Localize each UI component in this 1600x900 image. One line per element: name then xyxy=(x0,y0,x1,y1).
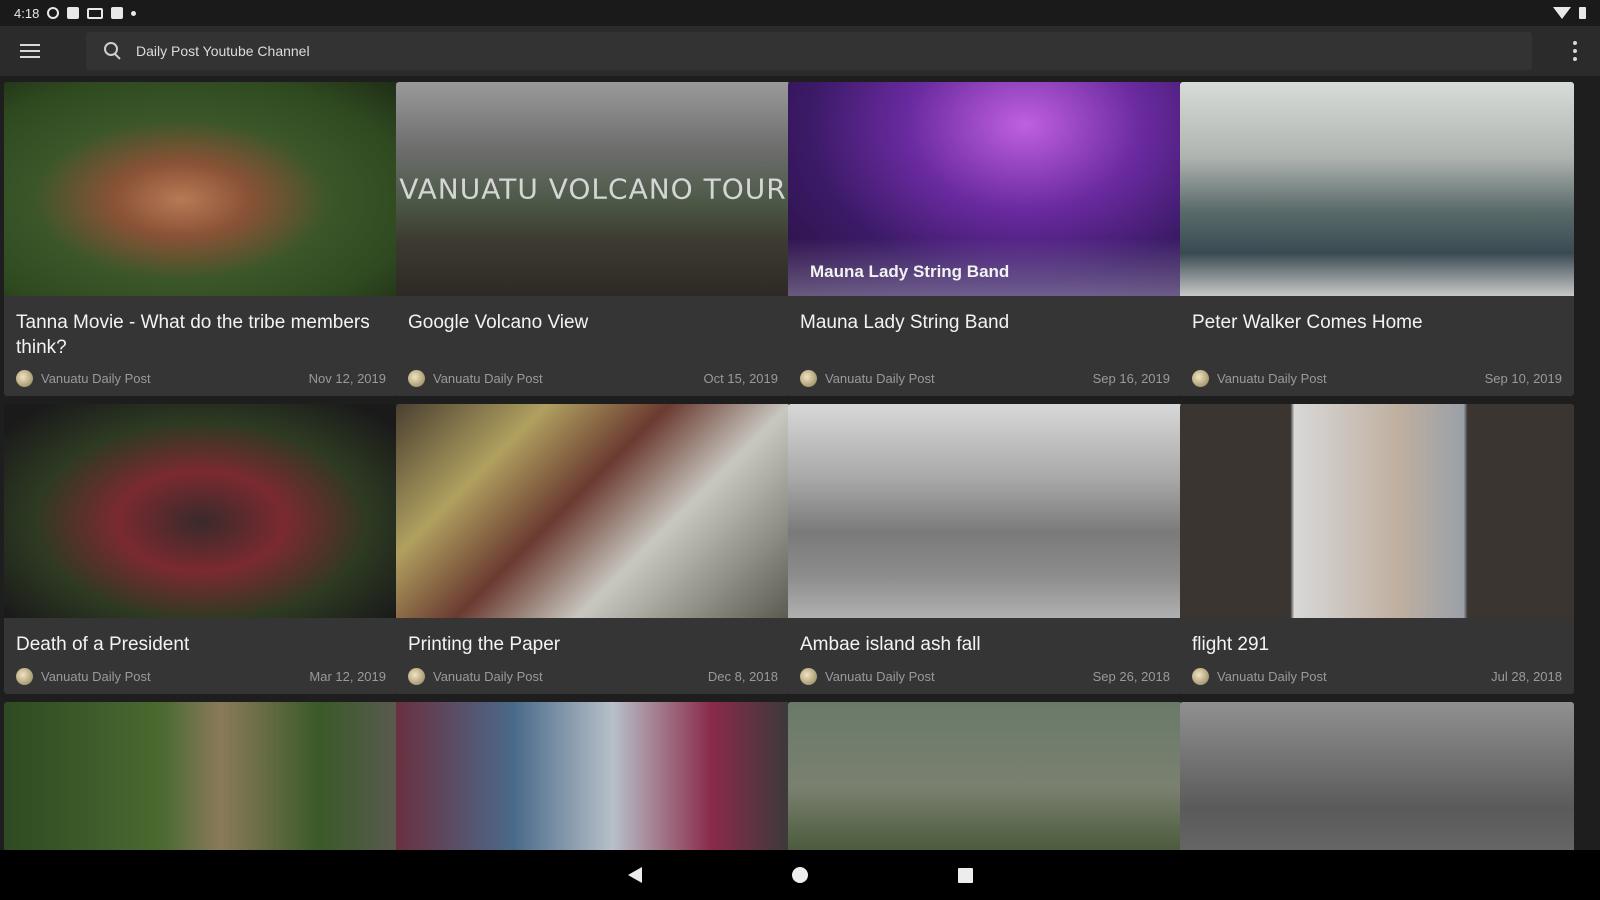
video-title: Peter Walker Comes Home xyxy=(1192,312,1423,333)
video-card[interactable]: Mauna Lady String Band Mauna Lady String… xyxy=(788,82,1182,396)
notification-status-icon xyxy=(67,7,80,19)
back-button-icon[interactable] xyxy=(627,867,642,883)
video-thumbnail xyxy=(396,404,790,618)
video-date: Nov 12, 2019 xyxy=(308,370,386,386)
video-card[interactable]: Ambae island ash fall Vanuatu Daily Post… xyxy=(788,404,1182,694)
sd-card-status-icon xyxy=(111,7,124,19)
menu-button[interactable] xyxy=(0,26,60,76)
channel-name: Vanuatu Daily Post xyxy=(41,370,151,386)
video-title: Mauna Lady String Band xyxy=(800,312,1010,333)
video-date: Jul 28, 2018 xyxy=(1491,668,1562,684)
channel-avatar xyxy=(408,667,425,685)
video-card[interactable]: flight 291 Vanuatu Daily Post Jul 28, 20… xyxy=(1180,404,1574,694)
video-card[interactable]: VANUATU VOLCANO TOUR Google Volcano View… xyxy=(396,82,790,396)
video-title: Tanna Movie - What do the tribe members … xyxy=(16,312,370,358)
thumbnail-caption: Mauna Lady String Band xyxy=(810,262,1010,281)
overflow-menu-button[interactable] xyxy=(1572,41,1578,61)
status-time: 4:18 xyxy=(14,5,40,21)
channel-avatar xyxy=(408,369,425,387)
video-thumbnail xyxy=(1180,404,1574,618)
video-title: flight 291 xyxy=(1192,634,1270,655)
home-button-icon[interactable] xyxy=(791,867,808,883)
search-icon xyxy=(104,42,122,60)
video-grid: Tanna Movie - What do the tribe members … xyxy=(4,82,1600,850)
channel-name: Vanuatu Daily Post xyxy=(1217,370,1327,386)
channel-name: Vanuatu Daily Post xyxy=(825,370,935,386)
video-thumbnail xyxy=(4,404,398,618)
more-notifications-icon xyxy=(131,10,137,16)
video-thumbnail xyxy=(1180,82,1574,296)
video-date: Dec 8, 2018 xyxy=(707,668,778,684)
channel-name: Vanuatu Daily Post xyxy=(1217,668,1327,684)
battery-icon xyxy=(1579,7,1586,19)
video-card[interactable] xyxy=(396,702,790,850)
status-bar: 4:18 xyxy=(0,0,1600,26)
channel-avatar xyxy=(800,369,817,387)
video-card[interactable] xyxy=(788,702,1182,850)
video-title: Google Volcano View xyxy=(408,312,589,333)
video-thumbnail xyxy=(1180,702,1574,850)
video-thumbnail xyxy=(788,404,1182,618)
video-thumbnail xyxy=(396,702,790,850)
video-thumbnail xyxy=(4,702,398,850)
thumbnail-caption: VANUATU VOLCANO TOUR xyxy=(399,172,787,206)
channel-name: Vanuatu Daily Post xyxy=(433,370,543,386)
channel-avatar xyxy=(1192,667,1209,685)
hamburger-icon xyxy=(20,44,40,58)
cast-status-icon xyxy=(87,7,104,19)
video-title: Death of a President xyxy=(16,634,190,655)
channel-name: Vanuatu Daily Post xyxy=(433,668,543,684)
channel-avatar xyxy=(16,369,33,387)
video-date: Oct 15, 2019 xyxy=(703,370,778,386)
channel-avatar xyxy=(16,667,33,685)
video-card[interactable]: Death of a President Vanuatu Daily Post … xyxy=(4,404,398,694)
video-thumbnail: VANUATU VOLCANO TOUR xyxy=(396,82,790,296)
video-thumbnail xyxy=(4,82,398,296)
video-card[interactable] xyxy=(4,702,398,850)
video-date: Sep 10, 2019 xyxy=(1484,370,1562,386)
channel-avatar xyxy=(800,667,817,685)
video-card[interactable]: Tanna Movie - What do the tribe members … xyxy=(4,82,398,396)
video-date: Sep 26, 2018 xyxy=(1092,668,1170,684)
search-query: Daily Post Youtube Channel xyxy=(136,43,310,59)
search-input[interactable]: Daily Post Youtube Channel xyxy=(86,32,1532,70)
video-card[interactable]: Printing the Paper Vanuatu Daily Post De… xyxy=(396,404,790,694)
video-card[interactable] xyxy=(1180,702,1574,850)
recent-apps-button-icon[interactable] xyxy=(957,867,973,883)
video-thumbnail xyxy=(788,702,1182,850)
settings-status-icon xyxy=(47,7,60,19)
wifi-icon xyxy=(1553,7,1571,19)
video-thumbnail: Mauna Lady String Band xyxy=(788,82,1182,296)
app-bar: Daily Post Youtube Channel xyxy=(0,26,1600,76)
video-title: Printing the Paper xyxy=(408,634,561,655)
navigation-bar xyxy=(0,850,1600,900)
video-card[interactable]: Peter Walker Comes Home Vanuatu Daily Po… xyxy=(1180,82,1574,396)
video-date: Mar 12, 2019 xyxy=(309,668,386,684)
channel-name: Vanuatu Daily Post xyxy=(825,668,935,684)
channel-avatar xyxy=(1192,369,1209,387)
video-date: Sep 16, 2019 xyxy=(1092,370,1170,386)
video-title: Ambae island ash fall xyxy=(800,634,981,655)
channel-name: Vanuatu Daily Post xyxy=(41,668,151,684)
